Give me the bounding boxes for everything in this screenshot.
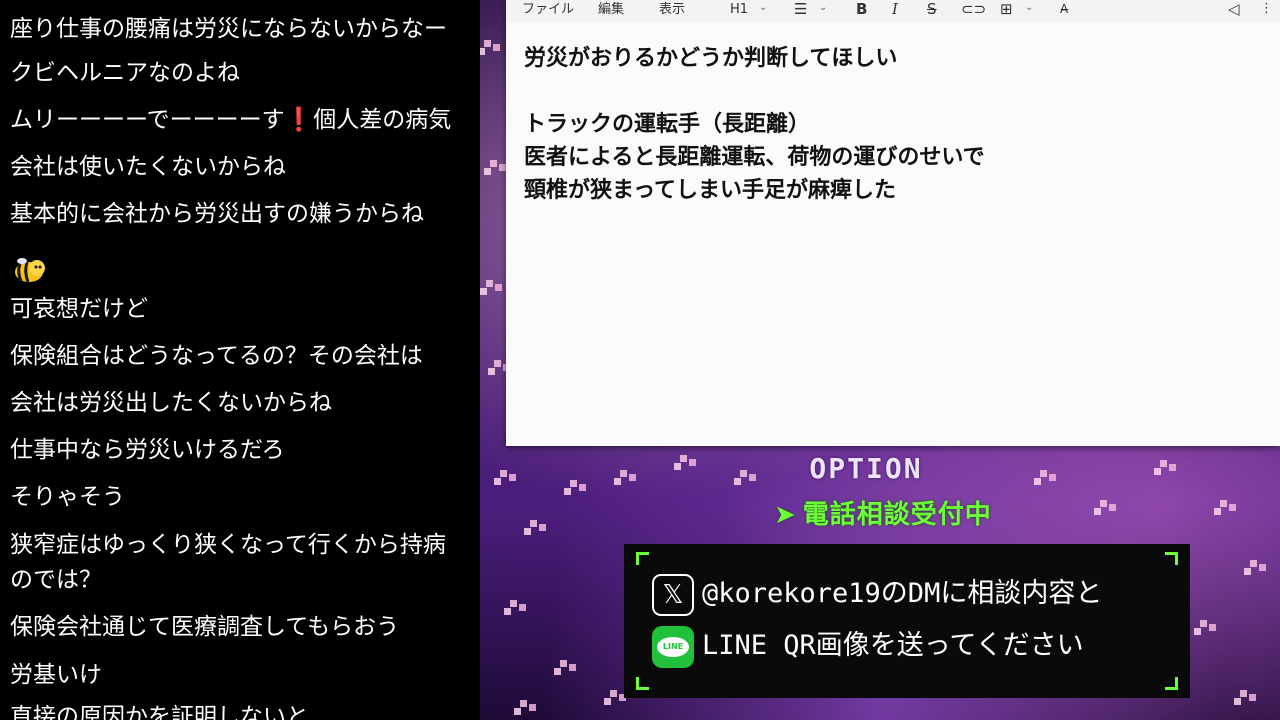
chat-message: 会社は使いたくないからね	[10, 154, 286, 180]
chat-message: 会社は労災出したくないからね	[10, 390, 332, 416]
chat-message-text: 個人差の病気	[313, 107, 452, 133]
chevron-down-icon: ⌄	[759, 2, 768, 13]
menu-edit[interactable]: 編集	[598, 1, 624, 19]
bold-icon[interactable]: B	[856, 0, 867, 18]
chat-message: 直接の原因かを証明しないと	[10, 704, 309, 720]
contact-info-box: 𝕏 @korekore19のDMに相談内容と LINE LINE QR画像を送ってく…	[624, 544, 1190, 698]
cherry-blossom-petal	[500, 470, 507, 477]
menu-view[interactable]: 表示	[659, 1, 685, 19]
overflow-icon[interactable]: ⋮	[1260, 0, 1273, 18]
chevron-down-icon: ⌄	[1025, 2, 1034, 13]
chat-message: 狭窄症はゆっくり狭くなって行くから持病	[10, 532, 446, 558]
consultation-status: ➤ 電話相談受付中	[774, 494, 1034, 531]
cherry-blossom-petal	[1250, 560, 1257, 567]
chevron-down-icon: ⌄	[819, 2, 828, 13]
chat-message: そりゃそう	[10, 484, 125, 510]
arrow-right-icon: ➤	[774, 500, 797, 530]
line-instruction-text: LINE QR画像を送ってください	[702, 630, 1084, 661]
cherry-blossom-petal	[1200, 620, 1207, 627]
cherry-blossom-petal	[620, 470, 627, 477]
cherry-blossom-petal	[570, 480, 577, 487]
italic-icon[interactable]: I	[892, 0, 898, 18]
line-instruction: LINE LINE QR画像を送ってください	[652, 624, 1084, 668]
list-icon[interactable]: ☰	[794, 0, 807, 18]
cherry-blossom-petal	[1220, 500, 1227, 507]
clear-format-icon[interactable]: A̶	[1060, 0, 1068, 18]
cherry-blossom-petal	[1160, 460, 1167, 467]
frame-corner	[636, 552, 649, 565]
table-icon[interactable]: ⊞	[1000, 0, 1013, 18]
cherry-blossom-petal	[560, 660, 567, 667]
frame-corner	[1165, 552, 1178, 565]
dm-instruction-text: @korekore19のDMに相談内容と	[702, 578, 1103, 609]
chat-message: 座り仕事の腰痛は労災にならないからなー	[10, 16, 447, 42]
editor-toolbar: ファイル 編集 表示 H1 ⌄ ☰ ⌄ B I S ⊂⊃ ⊞ ⌄ A̶ ◁ ⋮	[506, 0, 1280, 22]
cherry-blossom-petal	[1100, 500, 1107, 507]
strikethrough-icon[interactable]: S	[927, 0, 937, 18]
notepad-window: ファイル 編集 表示 H1 ⌄ ☰ ⌄ B I S ⊂⊃ ⊞ ⌄ A̶ ◁ ⋮ …	[506, 0, 1280, 446]
consultation-status-text: 電話相談受付中	[802, 500, 992, 530]
chat-message: 保険会社通じて医療調査してもらおう	[10, 614, 400, 640]
chat-message: 仕事中なら労災いけるだろ	[10, 437, 285, 463]
chat-message-text: ムリーーーーでーーーーす	[10, 107, 285, 133]
cherry-blossom-petal	[610, 690, 617, 697]
cherry-blossom-petal	[484, 40, 491, 47]
heading-dropdown[interactable]: H1	[730, 1, 748, 19]
menu-file[interactable]: ファイル	[522, 1, 574, 19]
frame-corner	[1165, 677, 1178, 690]
cherry-blossom-petal	[486, 280, 493, 287]
chat-message: ムリーーーーでーーーーす❗個人差の病気	[10, 103, 480, 137]
frame-corner	[636, 677, 649, 690]
chat-message: 保険組合はどうなってるの？その会社は	[10, 343, 423, 369]
document-line: トラックの運転手（長距離）	[524, 112, 811, 137]
document-line: 医者によると長距離運転、荷物の運びのせいで	[524, 145, 985, 170]
cherry-blossom-petal	[494, 360, 501, 367]
share-icon[interactable]: ◁	[1228, 0, 1240, 18]
chat-message: のでは？	[10, 567, 102, 593]
heading-label: H1	[730, 2, 749, 17]
line-logo-icon: LINE	[652, 625, 694, 668]
line-logo-text: LINE	[657, 636, 689, 657]
cherry-blossom-petal	[510, 600, 517, 607]
cherry-blossom-petal	[530, 520, 537, 527]
cherry-blossom-petal	[680, 455, 687, 462]
cherry-blossom-petal	[490, 160, 497, 167]
chat-message: 労基いけ	[10, 662, 102, 688]
cherry-blossom-petal	[520, 700, 527, 707]
cherry-blossom-petal	[740, 470, 747, 477]
document-line: 労災がおりるかどうか判断してほしい	[524, 46, 898, 71]
chat-message: クビヘルニアなのよね	[10, 60, 240, 86]
chat-message: 基本的に会社から労災出すの嫌うからね	[10, 201, 424, 227]
x-logo-icon: 𝕏	[652, 573, 694, 616]
cherry-blossom-petal	[1040, 470, 1047, 477]
document-body[interactable]: 労災がおりるかどうか判断してほしい トラックの運転手（長距離） 医者によると長距…	[524, 42, 1264, 207]
dm-instruction: 𝕏 @korekore19のDMに相談内容と	[652, 572, 1102, 616]
chat-message: 可哀想だけど	[10, 296, 148, 322]
document-line: 頸椎が狭まってしまい手足が麻痺した	[524, 178, 897, 203]
exclamation-icon: ❗	[284, 107, 314, 133]
cherry-blossom-petal	[1240, 690, 1247, 697]
bee-emote-icon	[15, 258, 45, 283]
option-title: OPTION	[809, 452, 923, 485]
chat-panel: 座り仕事の腰痛は労災にならないからなー クビヘルニアなのよね ムリーーーーでーー…	[0, 0, 480, 720]
link-icon[interactable]: ⊂⊃	[961, 0, 986, 18]
